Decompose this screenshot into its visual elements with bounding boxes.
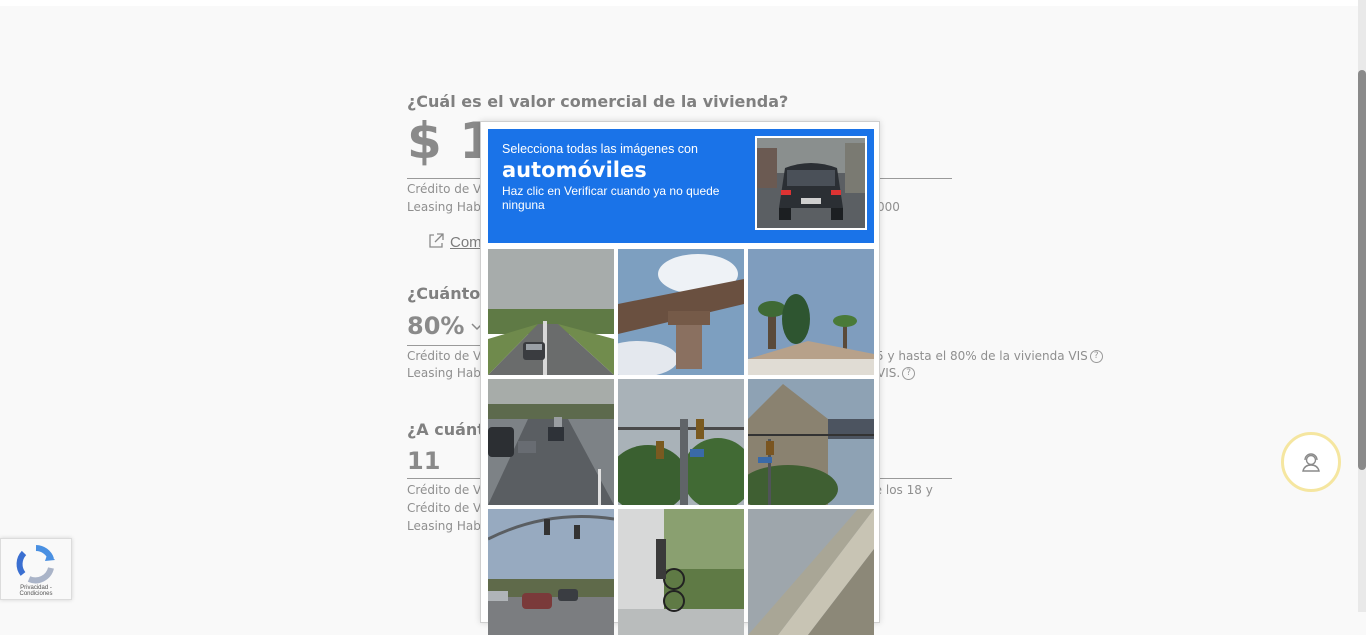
compare-link[interactable]: Com — [450, 234, 482, 251]
captcha-instruction: Selecciona todas las imágenes con — [502, 142, 698, 156]
term-note-2: Crédito de Viv — [407, 501, 492, 515]
recaptcha-badge[interactable]: Privacidad - Condiciones — [0, 538, 72, 600]
loan-percentage-note-2: Leasing Habit — [407, 366, 489, 380]
agent-headset-icon — [1302, 453, 1320, 472]
term-note-1: Crédito de Viv — [407, 483, 492, 497]
home-value-note-1: Crédito de Viv — [407, 182, 492, 196]
top-bar — [0, 0, 1358, 6]
term-value[interactable]: 11 — [407, 447, 440, 475]
captcha-tile-4[interactable] — [488, 379, 614, 505]
loan-percentage-note-2-tail-text: VIS. — [877, 366, 901, 380]
recaptcha-terms-text[interactable]: Privacidad - Condiciones — [3, 585, 69, 597]
captcha-tile-1[interactable] — [488, 249, 614, 375]
home-value-note-2: Leasing Habit — [407, 200, 489, 214]
captcha-tile-6[interactable] — [748, 379, 874, 505]
captcha-tile-8[interactable] — [618, 509, 744, 635]
home-value-note-2-tail: 000 — [877, 200, 900, 214]
loan-percentage-note-1-tail-text: 5 y hasta el 80% de la vivienda VIS — [876, 349, 1088, 363]
help-icon[interactable]: ? — [902, 367, 916, 380]
captcha-sample-image — [755, 136, 867, 230]
external-link-icon — [429, 233, 444, 248]
captcha-dialog: Selecciona todas las imágenes con automó… — [480, 121, 880, 635]
loan-percentage-note-1: Crédito de Viv — [407, 349, 492, 363]
captcha-tile-3[interactable] — [748, 249, 874, 375]
help-icon[interactable]: ? — [1089, 350, 1103, 363]
recaptcha-logo-icon — [16, 545, 55, 584]
loan-percentage-underline — [407, 345, 487, 346]
scrollbar-thumb[interactable] — [1358, 70, 1366, 470]
scrollbar[interactable] — [1358, 0, 1366, 612]
captcha-header: Selecciona todas las imágenes con automó… — [488, 129, 874, 243]
loan-percentage-note-2-tail: VIS.? — [877, 366, 916, 380]
loan-percentage-note-1-tail: 5 y hasta el 80% de la vivienda VIS? — [876, 349, 1103, 363]
term-note-3: Leasing Habit — [407, 519, 489, 533]
captcha-tile-9[interactable] — [748, 509, 874, 635]
captcha-target: automóviles — [502, 158, 647, 182]
captcha-tile-5[interactable] — [618, 379, 744, 505]
captcha-tile-2[interactable] — [618, 249, 744, 375]
captcha-tile-7[interactable] — [488, 509, 614, 635]
loan-percentage-value[interactable]: 80% — [407, 312, 464, 340]
captcha-hint: Haz clic en Verificar cuando ya no quede… — [502, 184, 720, 212]
assistant-button[interactable] — [1281, 432, 1341, 492]
question-home-value: ¿Cuál es el valor comercial de la vivien… — [407, 92, 789, 111]
